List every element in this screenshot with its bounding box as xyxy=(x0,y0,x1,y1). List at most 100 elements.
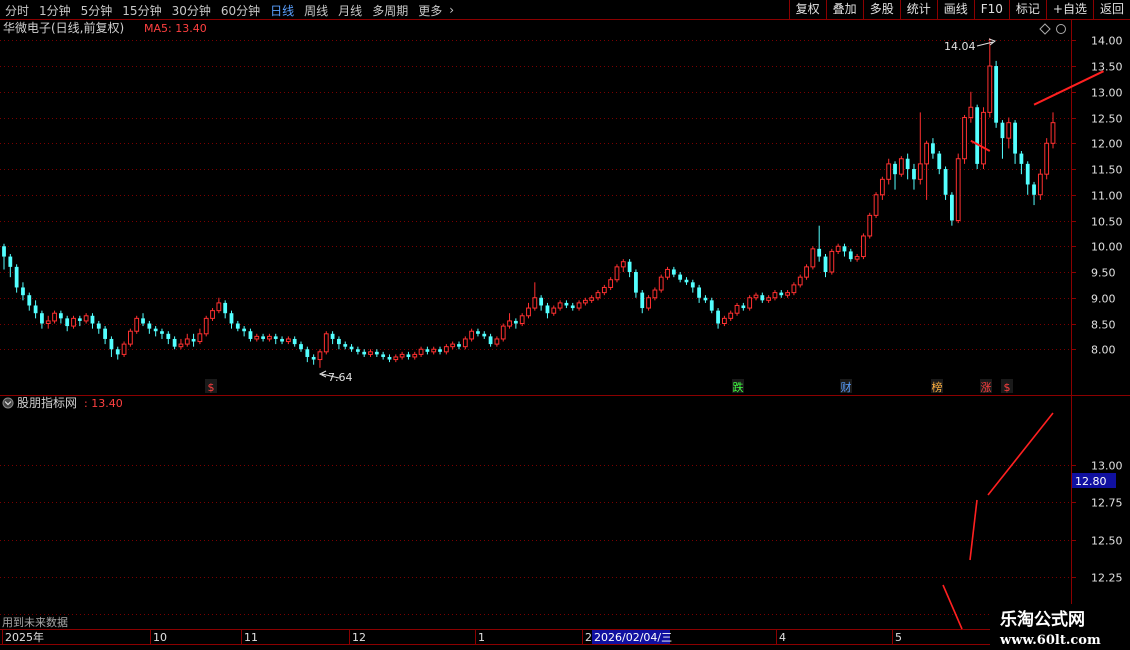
period-tab-7[interactable]: 周线 xyxy=(299,2,333,19)
low-price-label: 7.64 xyxy=(328,371,353,384)
event-marker: $ xyxy=(208,381,215,394)
candle xyxy=(994,60,999,128)
period-tab-3[interactable]: 15分钟 xyxy=(117,2,166,19)
candle xyxy=(323,331,329,355)
cursor-date-text: 2026/02/04/三 xyxy=(594,631,672,644)
y-tick-label: 13.50 xyxy=(1091,61,1123,74)
candle-body xyxy=(646,297,651,309)
candle-body xyxy=(608,279,614,288)
candle xyxy=(1044,138,1050,180)
candle-body xyxy=(374,351,379,355)
toolbar-button-7[interactable]: +自选 xyxy=(1045,0,1093,20)
candle-body xyxy=(634,272,638,293)
candle-body xyxy=(817,248,822,257)
kline-chart-area[interactable]: 14.00 13.50 13.00 12.50 12.00 11.50 11.00 10.50… xyxy=(0,20,1130,650)
candle-body xyxy=(21,287,25,296)
candle-body xyxy=(115,349,120,355)
chevron-down-circle-icon[interactable] xyxy=(2,397,14,409)
candle xyxy=(203,315,209,337)
candle-body xyxy=(823,256,828,273)
candle-body xyxy=(937,153,942,170)
period-tab-1[interactable]: 1分钟 xyxy=(34,2,76,19)
candle-body xyxy=(160,331,164,334)
period-tab-4[interactable]: 30分钟 xyxy=(167,2,216,19)
period-tab-10[interactable]: 更多 xyxy=(413,2,447,19)
candle-body xyxy=(1000,122,1005,139)
toolbar-button-6[interactable]: 标记 xyxy=(1008,0,1046,20)
candle-body xyxy=(399,353,405,358)
candle-body xyxy=(469,330,475,340)
candle-body xyxy=(462,338,468,348)
candle-body xyxy=(829,250,835,273)
candle-body xyxy=(627,261,632,273)
action-buttons: 复权 叠加 多股 统计 画线 F10 标记 +自选 返回 xyxy=(788,0,1130,20)
toolbar-button-3[interactable]: 统计 xyxy=(899,0,937,20)
toolbar-button-0[interactable]: 复权 xyxy=(788,0,826,20)
toolbar-button-2[interactable]: 多股 xyxy=(862,0,900,20)
candle-body xyxy=(323,333,329,353)
candle-body xyxy=(924,142,930,165)
y-tick-label: 10.50 xyxy=(1091,216,1123,229)
period-tab-8[interactable]: 月线 xyxy=(333,2,367,19)
candle-body xyxy=(280,338,284,342)
current-value-tag: 12.80 xyxy=(1072,473,1116,488)
indicator-value: : 13.40 xyxy=(84,397,123,410)
candle xyxy=(747,295,753,311)
time-label: 11 xyxy=(244,631,258,644)
toolbar-button-5[interactable]: F10 xyxy=(973,0,1009,20)
candle-body xyxy=(728,312,734,319)
candle-body xyxy=(500,325,506,340)
period-tab-9[interactable]: 多周期 xyxy=(367,2,413,19)
candle-body xyxy=(349,346,354,350)
candle-body xyxy=(962,117,967,160)
event-marker: $ xyxy=(1004,381,1011,394)
candle-body xyxy=(722,317,727,325)
candle-body xyxy=(229,313,234,324)
toolbar-button-8[interactable]: 返回 xyxy=(1092,0,1130,20)
candle-body xyxy=(343,344,348,347)
candle-body xyxy=(797,276,803,286)
time-label: 10 xyxy=(153,631,167,644)
candle-body xyxy=(640,292,645,309)
period-tab-0[interactable]: 分时 xyxy=(0,2,34,19)
candle-body xyxy=(1019,153,1024,164)
candle-body xyxy=(949,194,954,221)
candle-body xyxy=(393,356,399,361)
candle-body xyxy=(254,335,260,340)
candle-body xyxy=(311,356,316,360)
event-marker: 涨 xyxy=(981,381,992,394)
candle-body xyxy=(285,338,291,343)
candle-body xyxy=(570,305,575,309)
candle-body xyxy=(898,158,904,175)
candle xyxy=(873,192,879,218)
candle-body xyxy=(261,336,265,339)
watermark: 乐淘公式网 www.60lt.com xyxy=(990,604,1130,650)
candle-body xyxy=(716,310,720,324)
candle-body xyxy=(804,266,809,278)
candle-body xyxy=(886,163,892,180)
candle-body xyxy=(532,297,538,309)
candle-body xyxy=(418,348,424,355)
candle-body xyxy=(147,323,152,329)
chevron-right-icon[interactable]: › xyxy=(447,3,456,17)
candle-body xyxy=(292,338,297,345)
candle-body xyxy=(488,336,493,345)
candle-body xyxy=(539,297,544,306)
candle-body xyxy=(494,338,500,345)
period-tab-6[interactable]: 日线 xyxy=(265,2,299,19)
toolbar-button-1[interactable]: 叠加 xyxy=(825,0,863,20)
y-tick-label: 9.00 xyxy=(1091,293,1116,306)
candle-body xyxy=(684,279,689,283)
sub-y-tick-label: 13.00 xyxy=(1091,460,1123,473)
period-tab-5[interactable]: 60分钟 xyxy=(216,2,265,19)
candle-body xyxy=(557,302,563,309)
candle-body xyxy=(65,318,70,327)
candle-body xyxy=(620,261,626,268)
candle-body xyxy=(893,163,897,175)
candle-body xyxy=(709,300,714,311)
candle-body xyxy=(931,143,935,154)
period-tab-2[interactable]: 5分钟 xyxy=(76,2,118,19)
candle-body xyxy=(1025,163,1030,185)
candle-body xyxy=(873,194,879,216)
toolbar-button-4[interactable]: 画线 xyxy=(936,0,974,20)
